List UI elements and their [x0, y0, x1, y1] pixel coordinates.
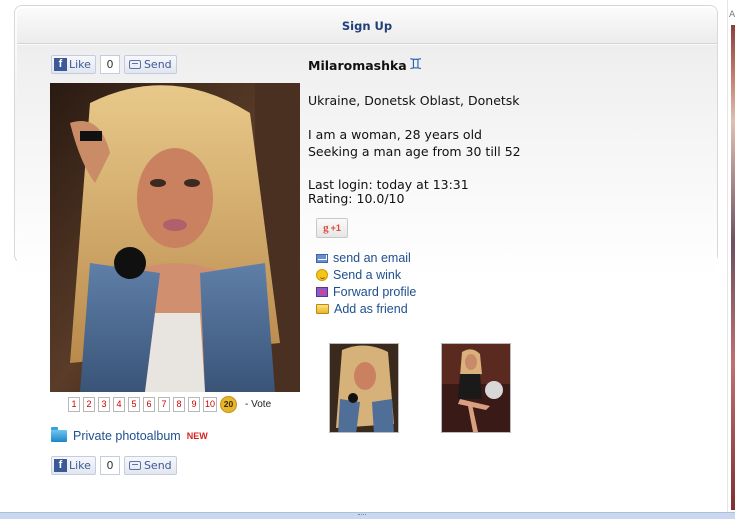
vote-option-7[interactable]: 7	[158, 397, 170, 412]
vote-option-10[interactable]: 10	[203, 397, 217, 412]
plus-one-label: +1	[330, 223, 341, 233]
vote-option-4[interactable]: 4	[113, 397, 125, 412]
facebook-logo-icon: f	[54, 459, 67, 472]
adjacent-column-strip: A	[727, 0, 735, 519]
signup-bar: Sign Up	[17, 8, 717, 44]
profile-seeking: Seeking a man age from 30 till 52	[308, 144, 521, 159]
facebook-send-label: Send	[143, 58, 172, 71]
main-profile-photo[interactable]	[50, 83, 300, 392]
vote-option-1[interactable]: 1	[68, 397, 80, 412]
facebook-like-count: 0	[99, 456, 120, 475]
forward-heart-icon	[316, 287, 328, 297]
private-photoalbum-link[interactable]: Private photoalbum	[73, 429, 181, 443]
facebook-logo-icon: f	[54, 58, 67, 71]
facebook-buttons-top: f Like 0 Send	[51, 55, 177, 74]
vote-option-9[interactable]: 9	[188, 397, 200, 412]
facebook-like-count: 0	[99, 55, 120, 74]
profile-rating: Rating: 10.0/10	[308, 191, 405, 206]
private-photoalbum: Private photoalbum NEW	[51, 427, 208, 443]
facebook-like-label: Like	[69, 459, 91, 472]
vote-option-8[interactable]: 8	[173, 397, 185, 412]
send-wink-link[interactable]: Send a wink	[333, 268, 401, 282]
gemini-zodiac-icon[interactable]: ♊	[409, 55, 422, 73]
vote-option-5[interactable]: 5	[128, 397, 140, 412]
adjacent-column-letter: A	[729, 10, 735, 20]
facebook-like-label: Like	[69, 58, 91, 71]
profile-about-gender-age: I am a woman, 28 years old	[308, 127, 482, 142]
forward-profile-link[interactable]: Forward profile	[333, 285, 416, 299]
photo-thumbnail-1[interactable]	[329, 343, 399, 433]
send-email-action[interactable]: send an email	[316, 251, 411, 265]
facebook-buttons-bottom: f Like 0 Send	[51, 456, 177, 475]
new-badge: NEW	[186, 431, 208, 441]
vote-option-2[interactable]: 2	[83, 397, 95, 412]
vote-label: - Vote	[245, 399, 272, 410]
signup-link[interactable]: Sign Up	[342, 19, 392, 33]
vote-option-6[interactable]: 6	[143, 397, 155, 412]
facebook-send-button[interactable]: Send	[123, 456, 177, 475]
thumbnail-image-2	[442, 344, 510, 432]
folder-icon	[316, 304, 329, 314]
send-wink-action[interactable]: Send a wink	[316, 268, 401, 282]
google-g-icon: g	[323, 222, 329, 234]
facebook-send-button[interactable]: Send	[123, 55, 177, 74]
forward-profile-action[interactable]: Forward profile	[316, 285, 416, 299]
vote-current-badge[interactable]: 20	[220, 396, 237, 413]
envelope-icon	[316, 253, 328, 263]
thumbnail-image-1	[330, 344, 398, 432]
rating-vote-row: 1 2 3 4 5 6 7 8 9 10 20 - Vote	[68, 396, 271, 413]
profile-location: Ukraine, Donetsk Oblast, Donetsk	[308, 93, 520, 108]
speech-bubble-icon	[128, 60, 141, 69]
smiley-icon	[316, 269, 328, 281]
facebook-like-button[interactable]: f Like	[51, 55, 96, 74]
google-plus-one-button[interactable]: g +1	[316, 218, 348, 238]
add-friend-link[interactable]: Add as friend	[334, 302, 408, 316]
vote-option-3[interactable]: 3	[98, 397, 110, 412]
send-email-link[interactable]: send an email	[333, 251, 411, 265]
facebook-send-label: Send	[143, 459, 172, 472]
speech-bubble-icon	[128, 461, 141, 470]
adjacent-column-image	[731, 25, 735, 510]
scrollbar-grip-icon[interactable]	[358, 514, 366, 517]
photo-thumbnail-2[interactable]	[441, 343, 511, 433]
profile-last-login: Last login: today at 13:31	[308, 177, 469, 192]
profile-name: Milaromashka	[308, 58, 407, 73]
facebook-like-button[interactable]: f Like	[51, 456, 96, 475]
add-friend-action[interactable]: Add as friend	[316, 302, 408, 316]
horizontal-scrollbar[interactable]	[0, 512, 735, 519]
profile-photo-image	[50, 83, 300, 392]
blue-folder-icon	[51, 427, 67, 442]
